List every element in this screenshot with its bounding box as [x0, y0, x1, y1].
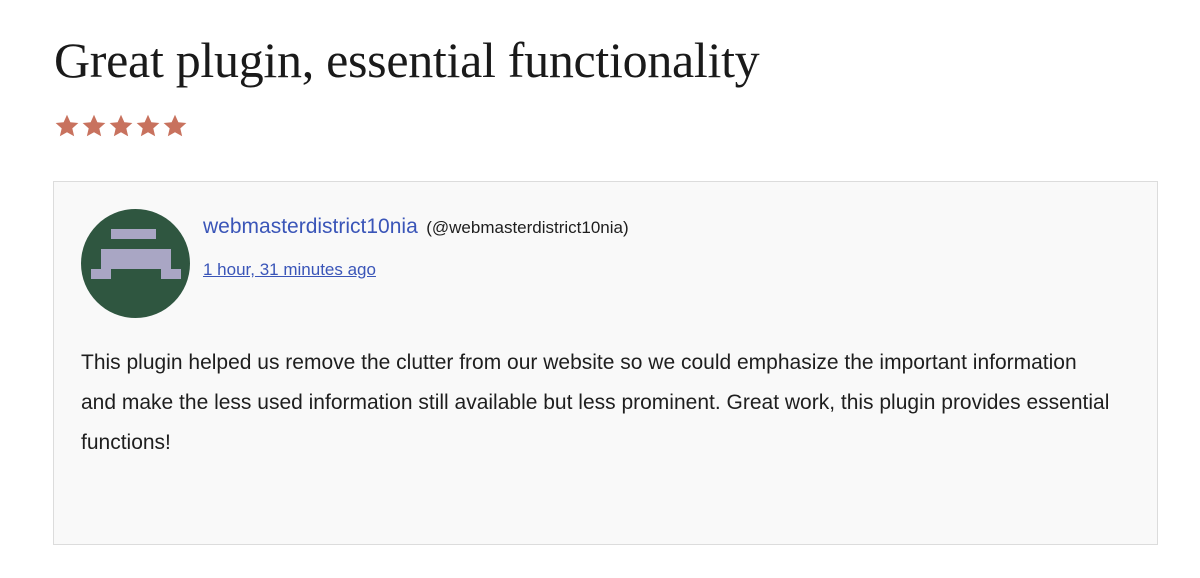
avatar[interactable]	[81, 209, 190, 318]
star-icon	[109, 114, 133, 137]
star-icon	[163, 114, 187, 137]
star-icon	[136, 114, 160, 137]
review-card: webmasterdistrict10nia (@webmasterdistri…	[53, 181, 1158, 545]
author-name-link[interactable]: webmasterdistrict10nia	[203, 215, 418, 238]
star-rating	[54, 113, 188, 141]
review-body: This plugin helped us remove the clutter…	[81, 351, 1110, 454]
author-line: webmasterdistrict10nia (@webmasterdistri…	[203, 215, 629, 239]
review-page: Great plugin, essential functionality we…	[0, 0, 1200, 578]
author-handle: (@webmasterdistrict10nia)	[426, 218, 629, 237]
pixel-identicon-icon	[81, 209, 190, 318]
timestamp-link[interactable]: 1 hour, 31 minutes ago	[203, 260, 376, 280]
review-title: Great plugin, essential functionality	[54, 32, 760, 88]
star-icon	[55, 114, 79, 137]
star-icon	[82, 114, 106, 137]
